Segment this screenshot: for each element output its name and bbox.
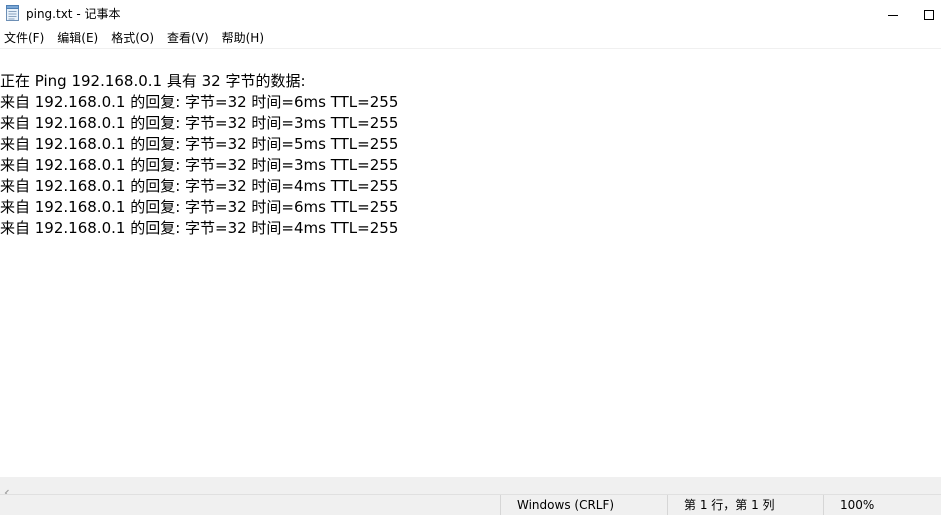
text-line: 来自 192.168.0.1 的回复: 字节=32 时间=3ms TTL=255 <box>0 114 399 132</box>
notepad-window: ping.txt - 记事本 文件(F) 编辑(E) 格式(O) 查看(V) 帮… <box>0 0 941 515</box>
text-line: 来自 192.168.0.1 的回复: 字节=32 时间=4ms TTL=255 <box>0 177 399 195</box>
text-line: 来自 192.168.0.1 的回复: 字节=32 时间=6ms TTL=255 <box>0 198 399 216</box>
chevron-left-icon[interactable] <box>3 482 11 497</box>
minimize-icon <box>888 5 898 24</box>
menu-bar: 文件(F) 编辑(E) 格式(O) 查看(V) 帮助(H) <box>0 28 941 49</box>
text-line: 正在 Ping 192.168.0.1 具有 32 字节的数据: <box>0 72 306 90</box>
minimize-button[interactable] <box>870 0 916 28</box>
text-line: 来自 192.168.0.1 的回复: 字节=32 时间=6ms TTL=255 <box>0 93 399 111</box>
zoom-status: 100% <box>823 495 941 515</box>
horizontal-scrollbar[interactable] <box>0 477 941 497</box>
notepad-icon <box>6 5 19 21</box>
title-bar: ping.txt - 记事本 <box>0 0 941 28</box>
menu-format[interactable]: 格式(O) <box>107 28 161 48</box>
menu-view[interactable]: 查看(V) <box>163 28 216 48</box>
status-bar: Windows (CRLF) 第 1 行，第 1 列 100% <box>0 494 941 515</box>
cursor-position-status: 第 1 行，第 1 列 <box>667 495 823 515</box>
text-line: 来自 192.168.0.1 的回复: 字节=32 时间=4ms TTL=255 <box>0 219 399 237</box>
menu-edit[interactable]: 编辑(E) <box>53 28 105 48</box>
line-ending-status: Windows (CRLF) <box>500 495 667 515</box>
text-line: 来自 192.168.0.1 的回复: 字节=32 时间=3ms TTL=255 <box>0 156 399 174</box>
menu-file[interactable]: 文件(F) <box>0 28 51 48</box>
window-title: ping.txt - 记事本 <box>26 7 121 21</box>
menu-help[interactable]: 帮助(H) <box>218 28 271 48</box>
maximize-icon <box>923 5 934 24</box>
text-line: 来自 192.168.0.1 的回复: 字节=32 时间=5ms TTL=255 <box>0 135 399 153</box>
maximize-button[interactable] <box>916 0 941 28</box>
text-editor[interactable]: 正在 Ping 192.168.0.1 具有 32 字节的数据: 来自 192.… <box>0 49 941 477</box>
